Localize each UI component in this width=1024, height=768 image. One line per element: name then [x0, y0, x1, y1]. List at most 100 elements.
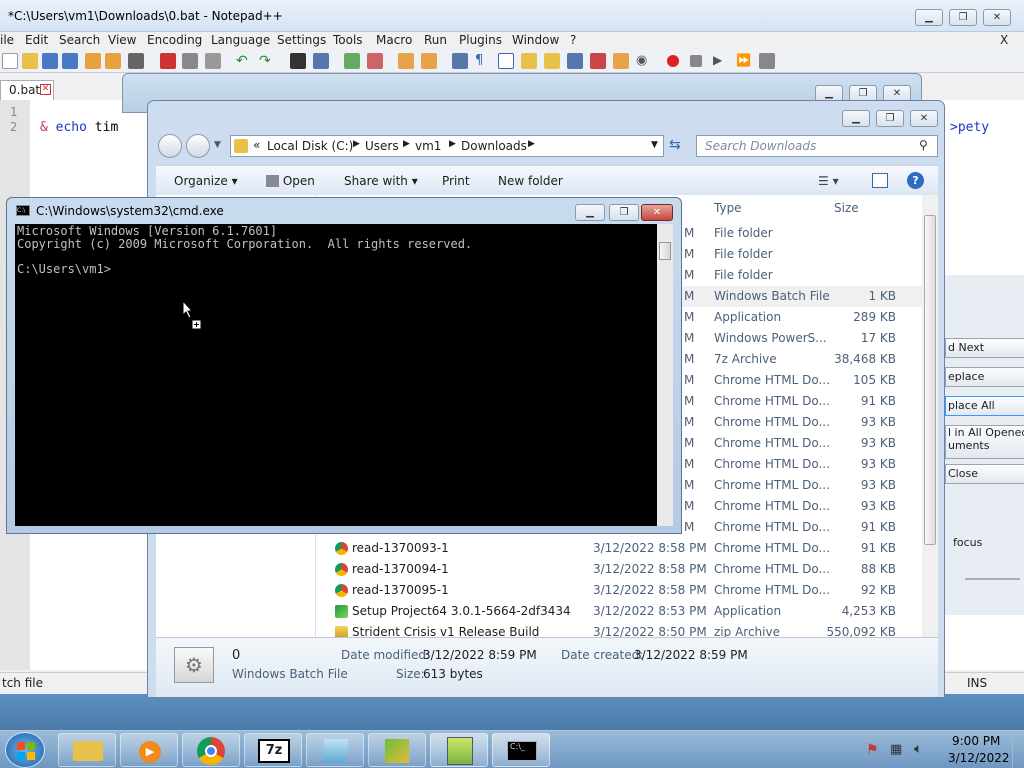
- zoom-in-icon[interactable]: [344, 53, 360, 69]
- menu-encoding[interactable]: Encoding: [147, 33, 202, 47]
- taskbar-7zip-button[interactable]: 7z: [244, 733, 302, 767]
- taskbar-winmerge-button[interactable]: [368, 733, 426, 767]
- print-icon[interactable]: [128, 53, 144, 69]
- maximize-button[interactable]: ❐: [876, 110, 904, 127]
- save-all-icon[interactable]: [62, 53, 78, 69]
- maximize-button[interactable]: ❐: [949, 9, 977, 26]
- taskbar-chrome-button[interactable]: [182, 733, 240, 767]
- file-list-row[interactable]: read-1370095-1 3/12/2022 8:58 PM Chrome HT…: [316, 580, 936, 601]
- tab-0-bat[interactable]: 0.bat ✕: [0, 80, 54, 100]
- indent-guide-icon[interactable]: [498, 53, 514, 69]
- close-button[interactable]: ✕: [983, 9, 1011, 26]
- redo-icon[interactable]: ↷: [259, 53, 275, 69]
- taskbar-notepad-button[interactable]: [306, 733, 364, 767]
- replace-button[interactable]: eplace: [945, 367, 1024, 387]
- minimize-button[interactable]: ▁: [915, 9, 943, 26]
- cut-icon[interactable]: [160, 53, 176, 69]
- replace-all-button[interactable]: place All: [945, 396, 1024, 416]
- chevron-right-icon[interactable]: ▶: [449, 139, 456, 149]
- chevron-right-icon[interactable]: ▶: [353, 139, 360, 149]
- new-file-icon[interactable]: [2, 53, 18, 69]
- menu-tools[interactable]: Tools: [333, 33, 363, 47]
- save-icon[interactable]: [42, 53, 58, 69]
- taskbar-cmd-button[interactable]: C:\_: [492, 733, 550, 767]
- file-list-row[interactable]: read-1370094-1 3/12/2022 8:58 PM Chrome HT…: [316, 559, 936, 580]
- column-header-type[interactable]: Type: [714, 201, 742, 215]
- find-icon[interactable]: [290, 53, 306, 69]
- clock-date[interactable]: 3/12/2022: [948, 751, 1010, 765]
- volume-icon[interactable]: 🔈︎: [914, 741, 922, 757]
- new-folder-button[interactable]: New folder: [498, 174, 563, 188]
- copy-icon[interactable]: [182, 53, 198, 69]
- scrollbar-thumb[interactable]: [659, 242, 671, 260]
- open-folder-icon[interactable]: [22, 53, 38, 69]
- paste-icon[interactable]: [205, 53, 221, 69]
- close-button[interactable]: ✕: [641, 204, 673, 221]
- monitoring-icon[interactable]: [613, 53, 629, 69]
- refresh-icon[interactable]: ⇆: [669, 137, 681, 153]
- run-macro-multiple-icon[interactable]: ⏩: [736, 53, 752, 69]
- find-next-button[interactable]: d Next: [945, 338, 1024, 358]
- address-bar[interactable]: « Local Disk (C:) ▶ Users ▶ vm1 ▶ Downlo…: [230, 135, 664, 157]
- save-macro-icon[interactable]: [759, 53, 775, 69]
- taskbar-notepadpp-button[interactable]: [430, 733, 488, 767]
- file-list-row[interactable]: Strident Crisis v1 Release Build 3/12/202…: [316, 622, 936, 637]
- show-desktop-button[interactable]: [1012, 731, 1024, 768]
- help-icon[interactable]: ?: [907, 172, 924, 189]
- menu-language[interactable]: Language: [211, 33, 270, 47]
- breadcrumb-overflow[interactable]: «: [253, 138, 260, 152]
- recent-pages-icon[interactable]: ▼: [214, 140, 221, 150]
- folder-as-workspace-icon[interactable]: [590, 53, 606, 69]
- menu-window[interactable]: Window: [512, 33, 559, 47]
- menu-plugins[interactable]: Plugins: [459, 33, 502, 47]
- file-list-scrollbar[interactable]: [922, 195, 938, 637]
- preview-pane-icon[interactable]: [872, 173, 888, 188]
- chevron-right-icon[interactable]: ▶: [528, 139, 535, 149]
- minimize-button[interactable]: ▁: [842, 110, 870, 127]
- console-output[interactable]: Microsoft Windows [Version 6.1.7601] Cop…: [15, 224, 657, 526]
- close-tab-icon[interactable]: ✕: [40, 84, 51, 95]
- taskbar-explorer-button[interactable]: [58, 733, 116, 767]
- record-macro-icon[interactable]: [667, 55, 679, 67]
- menu-run[interactable]: Run: [424, 33, 447, 47]
- transparency-slider[interactable]: [965, 578, 1020, 580]
- forward-button[interactable]: [186, 134, 210, 158]
- undo-icon[interactable]: ↶: [236, 53, 252, 69]
- chevron-down-icon[interactable]: ▼: [651, 140, 658, 150]
- maximize-button[interactable]: ❐: [609, 204, 639, 221]
- menu-file[interactable]: ile: [0, 33, 14, 47]
- breadcrumb-vm1[interactable]: vm1: [415, 139, 441, 153]
- minimize-button[interactable]: ▁: [575, 204, 605, 221]
- start-button[interactable]: [5, 732, 45, 768]
- sync-horizontal-icon[interactable]: [421, 53, 437, 69]
- action-center-flag-icon[interactable]: ⚑: [866, 742, 879, 758]
- stop-macro-icon[interactable]: [690, 55, 702, 67]
- show-all-chars-icon[interactable]: ¶: [475, 53, 491, 69]
- change-view-icon[interactable]: ☰ ▾: [818, 174, 839, 188]
- menu-search[interactable]: Search: [59, 33, 100, 47]
- menu-help[interactable]: ?: [570, 33, 576, 47]
- close-file-icon[interactable]: [85, 53, 101, 69]
- close-document-button[interactable]: X: [1000, 33, 1008, 47]
- taskbar-media-player-button[interactable]: ▶: [120, 733, 178, 767]
- user-defined-language-icon[interactable]: [521, 53, 537, 69]
- breadcrumb-users[interactable]: Users: [365, 139, 399, 153]
- share-with-button[interactable]: Share with ▾: [344, 174, 418, 188]
- clock-time[interactable]: 9:00 PM: [952, 734, 1000, 748]
- file-list-row[interactable]: read-1370093-1 3/12/2022 8:58 PM Chrome HT…: [316, 538, 936, 559]
- open-button[interactable]: Open: [266, 174, 315, 188]
- menu-macro[interactable]: Macro: [376, 33, 412, 47]
- file-list-row[interactable]: Setup Project64 3.0.1-5664-2df3434 3/12/2…: [316, 601, 936, 622]
- replace-in-all-opened-button[interactable]: l in All Opened uments: [945, 425, 1024, 459]
- play-macro-icon[interactable]: ▶: [713, 53, 729, 69]
- breadcrumb-downloads[interactable]: Downloads: [461, 139, 527, 153]
- close-button[interactable]: ✕: [910, 110, 938, 127]
- function-list-icon[interactable]: [567, 53, 583, 69]
- sync-vertical-icon[interactable]: [398, 53, 414, 69]
- scrollbar-thumb[interactable]: [924, 215, 936, 545]
- menu-settings[interactable]: Settings: [277, 33, 326, 47]
- document-map-icon[interactable]: [544, 53, 560, 69]
- organize-button[interactable]: Organize ▾: [174, 174, 238, 188]
- menu-view[interactable]: View: [108, 33, 136, 47]
- close-dialog-button[interactable]: Close: [945, 464, 1024, 484]
